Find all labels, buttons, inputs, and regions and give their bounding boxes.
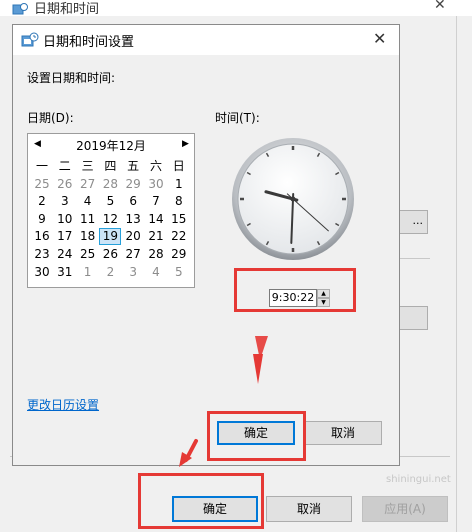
arrow-diagonal-icon <box>179 439 198 467</box>
arrow-down-icon <box>253 336 268 384</box>
annotation-arrows <box>179 336 268 467</box>
